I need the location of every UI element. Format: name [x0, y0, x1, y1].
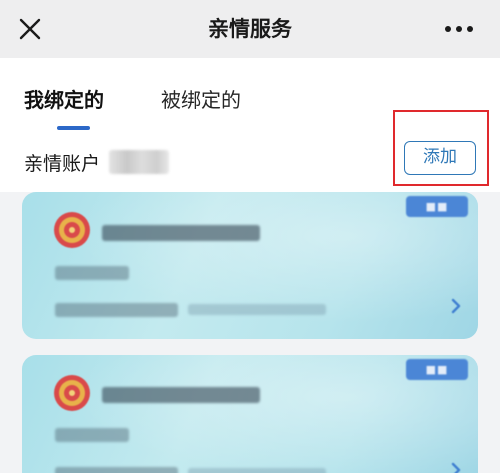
card-number-label-blurred — [55, 467, 178, 473]
social-security-card[interactable]: ■■ — [22, 192, 478, 339]
family-account-label: 亲情账户 — [24, 153, 101, 175]
social-security-card[interactable]: ■■ — [22, 355, 478, 473]
tab-bound-by-others[interactable]: 被绑定的 — [161, 84, 241, 113]
card-number-label-blurred — [55, 303, 178, 317]
active-tab-indicator — [57, 126, 90, 130]
account-count-blurred — [109, 150, 169, 174]
binding-panel: 我绑定的 被绑定的 亲情账户 添加 — [0, 58, 500, 192]
tab-my-bindings[interactable]: 我绑定的 — [24, 84, 104, 113]
card-status-badge: ■■ — [406, 196, 468, 217]
card-number-blurred — [188, 304, 326, 315]
top-navbar: 亲情服务 — [0, 0, 500, 58]
chevron-right-icon[interactable] — [450, 462, 462, 473]
page-title: 亲情服务 — [208, 17, 292, 41]
card-number-blurred — [188, 468, 326, 473]
family-service-page: 亲情服务 我绑定的 被绑定的 亲情账户 添加 ■■ ■■ — [0, 0, 500, 473]
card-status-badge: ■■ — [406, 359, 468, 380]
cardholder-name-blurred — [55, 428, 129, 442]
national-emblem-icon — [52, 210, 92, 250]
cardholder-name-blurred — [55, 266, 129, 280]
card-title-blurred — [102, 387, 260, 403]
add-button[interactable]: 添加 — [404, 141, 476, 175]
card-title-blurred — [102, 225, 260, 241]
chevron-right-icon[interactable] — [450, 298, 462, 314]
national-emblem-icon — [52, 373, 92, 413]
more-dots-icon[interactable] — [442, 15, 476, 43]
